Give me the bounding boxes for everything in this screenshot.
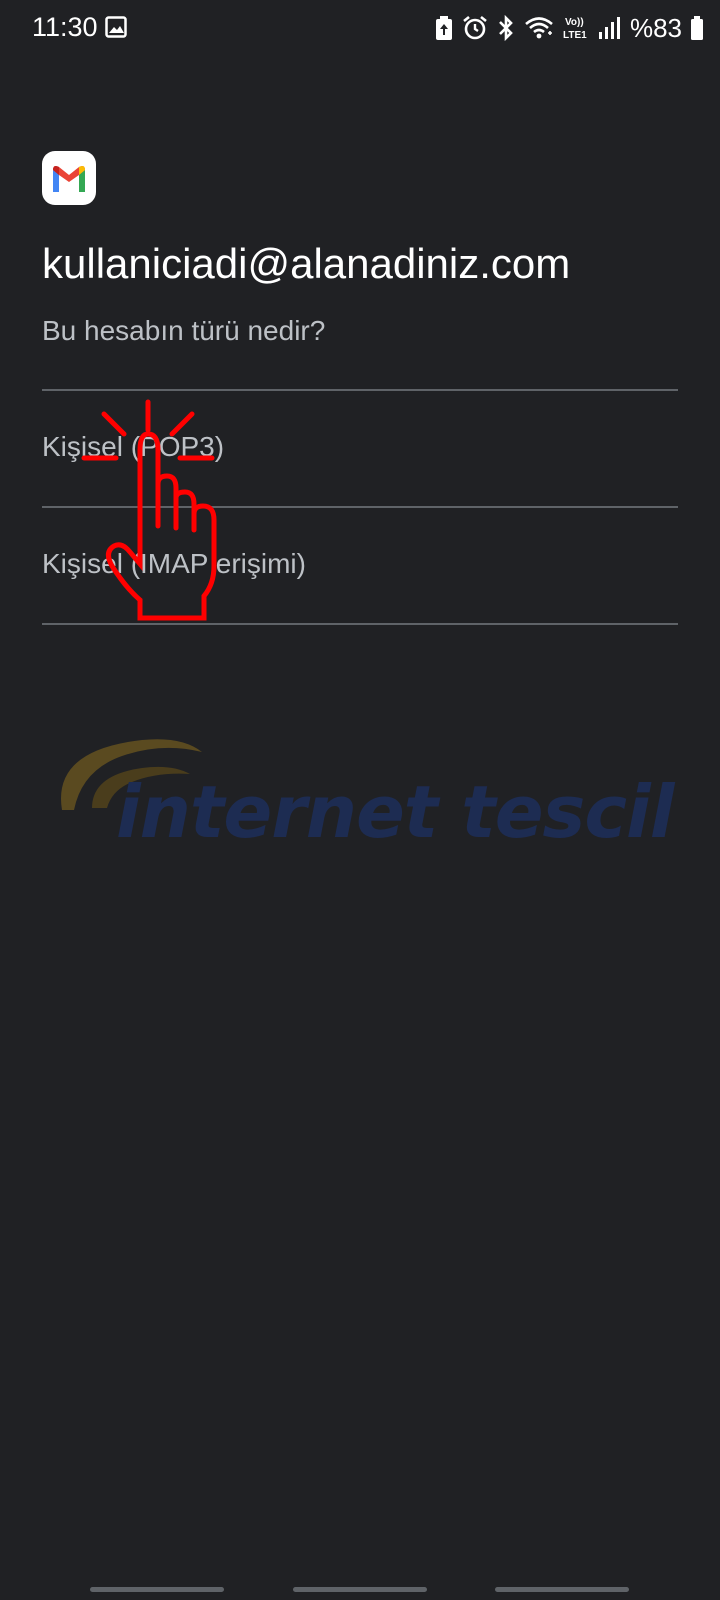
watermark-text: internet tescil [116, 770, 674, 854]
nav-back-handle[interactable] [495, 1587, 629, 1592]
account-type-question: Bu hesabın türü nedir? [42, 315, 326, 346]
nav-home-handle[interactable] [293, 1587, 427, 1592]
nav-recents-handle[interactable] [90, 1587, 224, 1592]
svg-text:Vo)): Vo)) [565, 17, 584, 28]
svg-text:LTE1: LTE1 [563, 30, 587, 41]
alarm-icon [463, 15, 487, 40]
battery-icon [691, 16, 703, 40]
wifi-icon [525, 17, 553, 39]
signal-icon [598, 17, 620, 39]
screen: 11:30 Vo)) LTE1 %83 kullaniciadi@alanadi… [0, 0, 720, 1600]
gallery-icon [105, 16, 127, 38]
gmail-logo-icon [42, 151, 96, 205]
status-time: 11:30 [32, 12, 98, 42]
tap-hand-icon [81, 399, 217, 621]
status-bar: 11:30 Vo)) LTE1 %83 [0, 0, 720, 56]
battery-saver-icon [435, 16, 452, 40]
account-email-title: kullaniciadi@alanadiniz.com [42, 240, 571, 287]
volte-lte1-icon: Vo)) LTE1 [563, 17, 587, 41]
navigation-bar [0, 1560, 720, 1600]
battery-percent: %83 [629, 12, 682, 43]
watermark: internet tescil [52, 730, 674, 870]
status-icons: Vo)) LTE1 %83 [434, 10, 704, 46]
bluetooth-icon [499, 15, 513, 41]
